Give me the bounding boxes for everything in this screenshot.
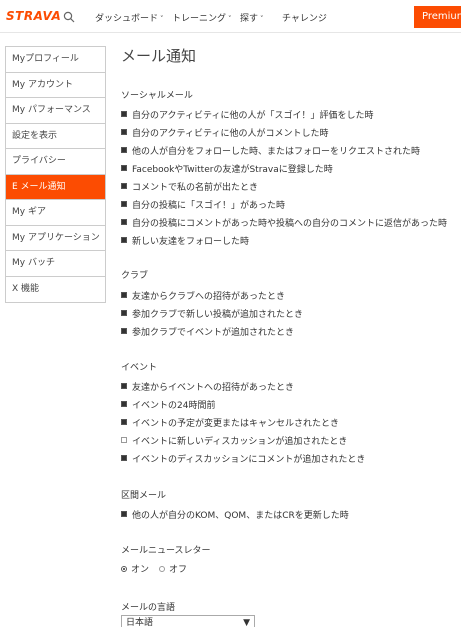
- chevron-down-icon: ˅: [228, 15, 232, 23]
- checkbox[interactable]: [121, 419, 127, 425]
- checkbox-row[interactable]: 友達からイベントへの招待があったとき: [121, 379, 294, 393]
- section-title-segment: 区間メール: [121, 491, 167, 501]
- radio-off-label: オフ: [169, 565, 188, 575]
- sidebar-item-privacy[interactable]: プライバシー: [6, 149, 105, 175]
- checkbox-row[interactable]: 自分のアクティビティに他の人がコメントした時: [121, 125, 328, 139]
- checkbox[interactable]: [121, 292, 127, 298]
- checkbox-row[interactable]: 参加クラブでイベントが追加されたとき: [121, 324, 294, 338]
- checkbox[interactable]: [121, 383, 127, 389]
- checkbox[interactable]: [121, 511, 127, 517]
- sidebar-item-gear[interactable]: My ギア: [6, 200, 105, 226]
- sidebar-item-email-notifications[interactable]: E メール通知: [6, 174, 105, 200]
- checkbox[interactable]: [121, 328, 127, 334]
- settings-sidebar: Myプロフィール My アカウント My パフォーマンス 設定を表示 プライバシ…: [5, 46, 106, 303]
- checkbox[interactable]: [121, 455, 127, 461]
- checkbox[interactable]: [121, 201, 127, 207]
- sidebar-item-account[interactable]: My アカウント: [6, 72, 105, 98]
- checkbox-row[interactable]: コメントで私の名前が出たとき: [121, 179, 258, 193]
- checkbox-row[interactable]: 自分の投稿に「スゴイ！」があった時: [121, 197, 285, 211]
- page-title: メール通知: [121, 47, 197, 65]
- checkbox[interactable]: [121, 237, 127, 243]
- checkbox[interactable]: [121, 437, 127, 443]
- checkbox-row[interactable]: 自分の投稿にコメントがあった時や投稿への自分のコメントに返信があった時: [121, 215, 447, 229]
- checkbox-row[interactable]: 新しい友達をフォローした時: [121, 233, 249, 247]
- checkbox[interactable]: [121, 310, 127, 316]
- checkbox[interactable]: [121, 147, 127, 153]
- nav-challenges[interactable]: チャレンジ: [282, 11, 327, 24]
- checkbox-row[interactable]: 友達からクラブへの招待があったとき: [121, 288, 285, 302]
- checkbox-row[interactable]: イベントのディスカッションにコメントが追加されたとき: [121, 451, 365, 465]
- checkbox[interactable]: [121, 401, 127, 407]
- checkbox-row[interactable]: 自分のアクティビティに他の人が「スゴイ！」評価をした時: [121, 107, 373, 121]
- radio-on[interactable]: [121, 565, 127, 572]
- checkbox-row[interactable]: 参加クラブで新しい投稿が追加されたとき: [121, 306, 303, 320]
- top-nav-bar: STRAVA ダッシュボード ˅ トレーニング ˅ 探す ˅ チャレンジ Premiu…: [0, 0, 461, 33]
- section-title-club: クラブ: [121, 271, 149, 281]
- checkbox[interactable]: [121, 111, 127, 117]
- sidebar-item-performance[interactable]: My パフォーマンス: [6, 98, 105, 124]
- sidebar-item-applications[interactable]: My アプリケーション: [6, 225, 105, 251]
- checkbox[interactable]: [121, 183, 127, 189]
- checkbox[interactable]: [121, 129, 127, 135]
- checkbox-row[interactable]: FacebookやTwitterの友達がStravaに登録した時: [121, 161, 333, 175]
- search-icon[interactable]: [63, 11, 75, 23]
- checkbox[interactable]: [121, 219, 127, 225]
- newsletter-radio-group: オン オフ: [121, 562, 187, 575]
- checkbox-row[interactable]: 他の人が自分をフォローした時、またはフォローをリクエストされた時: [121, 143, 420, 157]
- strava-logo[interactable]: STRAVA: [6, 9, 61, 23]
- dropdown-arrow-icon: ▼: [243, 618, 250, 627]
- sidebar-item-x-features[interactable]: X 機能: [6, 276, 105, 302]
- chevron-down-icon: ˅: [260, 15, 264, 23]
- nav-training[interactable]: トレーニング ˅: [172, 11, 232, 24]
- language-select[interactable]: 日本語 ▼: [121, 615, 255, 627]
- checkbox[interactable]: [121, 165, 127, 171]
- premium-button[interactable]: Premium: [414, 6, 461, 28]
- chevron-down-icon: ˅: [160, 15, 164, 23]
- nav-explore[interactable]: 探す ˅: [240, 11, 264, 24]
- sidebar-item-display[interactable]: 設定を表示: [6, 123, 105, 149]
- radio-on-label: オン: [131, 565, 150, 575]
- checkbox-row[interactable]: イベントの予定が変更またはキャンセルされたとき: [121, 415, 339, 429]
- radio-off[interactable]: [159, 565, 166, 572]
- checkbox-row[interactable]: イベントに新しいディスカッションが追加されたとき: [121, 433, 347, 447]
- section-title-event: イベント: [121, 363, 158, 373]
- sidebar-item-profile[interactable]: Myプロフィール: [6, 47, 105, 73]
- checkbox-row[interactable]: 他の人が自分のKOM、QOM、またはCRを更新した時: [121, 507, 349, 521]
- section-title-newsletter: メールニュースレター: [121, 546, 211, 556]
- section-title-language: メールの言語: [121, 603, 176, 613]
- nav-dashboard[interactable]: ダッシュボード ˅: [95, 11, 164, 24]
- sidebar-item-badges[interactable]: My バッチ: [6, 251, 105, 277]
- section-title-social: ソーシャルメール: [121, 91, 193, 101]
- checkbox-row[interactable]: イベントの24時間前: [121, 397, 215, 411]
